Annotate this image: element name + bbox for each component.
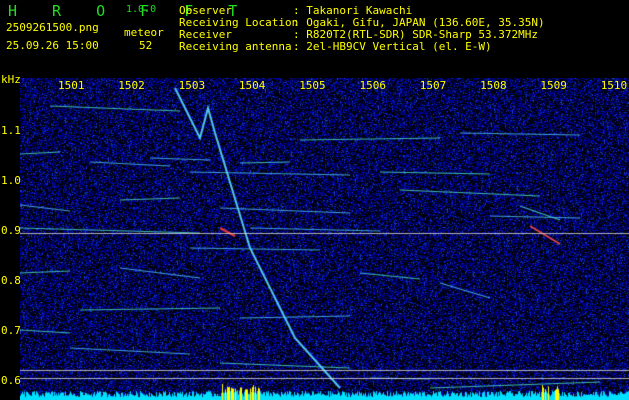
meteor-label: meteor	[124, 26, 164, 39]
y-tick-label: 0.6	[1, 374, 21, 387]
y-tick-label: 1.1	[1, 124, 21, 137]
x-tick-label: 1508	[480, 79, 507, 92]
x-tick-label: 1509	[540, 79, 567, 92]
x-tick-label: 1501	[58, 79, 85, 92]
x-tick-label: 1507	[419, 79, 447, 92]
y-axis-unit: kHz	[1, 73, 21, 86]
x-tick-label: 1503	[178, 79, 206, 92]
app-version: 1.0.0	[126, 4, 157, 15]
info-label: Receiving antenna	[179, 40, 292, 53]
y-tick-label: 0.8	[1, 274, 21, 287]
spectrogram	[20, 78, 629, 400]
y-tick-label: 0.9	[1, 224, 21, 237]
file-datetime: 25.09.26 15:00	[6, 39, 99, 52]
info-value: : 2el-HB9CV Vertical (el. E-W)	[293, 40, 492, 53]
x-tick-label: 1504	[238, 79, 266, 92]
x-tick-label: 1510	[600, 79, 628, 92]
file-name: 2509261500.png	[6, 21, 99, 34]
x-tick-label: 1506	[359, 79, 387, 92]
meteor-count: 52	[139, 39, 153, 52]
x-tick-label: 1502	[118, 79, 145, 92]
x-tick-label: 1505	[299, 79, 326, 92]
y-tick-label: 0.7	[1, 324, 21, 337]
y-tick-label: 1.0	[1, 174, 21, 187]
